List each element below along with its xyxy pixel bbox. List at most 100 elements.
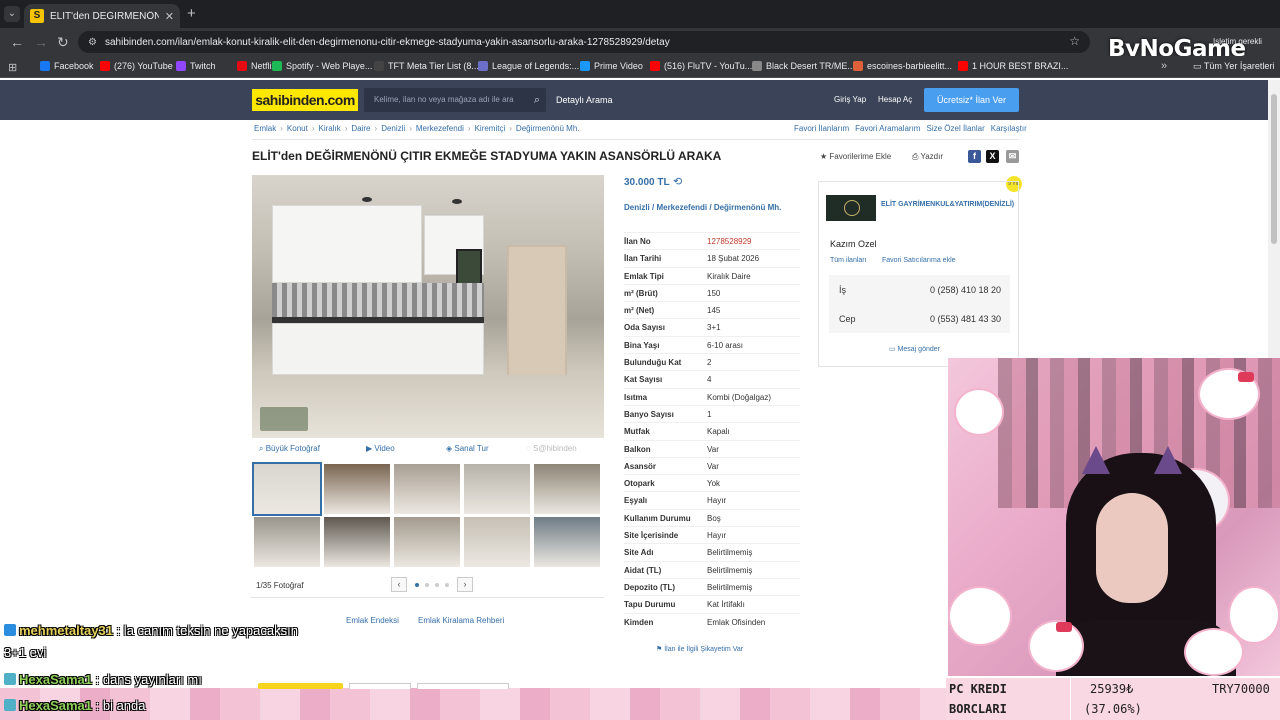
location-city[interactable]: Denizli [624,203,650,212]
register-link[interactable]: Hesap Aç [878,95,912,104]
scrollbar-thumb[interactable] [1271,94,1277,244]
print-link[interactable]: ⎙ Yazdır [912,152,943,162]
add-favorite-link[interactable]: ★ Favorilerime Ekle [820,152,891,161]
photo-thumbnail[interactable] [394,517,460,567]
main-photo[interactable] [252,175,604,438]
bookmark-star-icon[interactable]: ☆ [1069,34,1080,48]
tab-close-icon[interactable]: ✕ [165,10,174,23]
bookmark-item[interactable]: Twitch [176,61,216,71]
pager-dot[interactable] [435,583,439,587]
email-share-icon[interactable]: ✉ [1006,150,1019,163]
sahibinden-tour-button[interactable]: ◌ S@hibinden [526,444,577,453]
video-button[interactable]: ▶ Video [366,444,395,453]
phone-number[interactable]: 0 (553) 481 43 30 [930,314,1001,324]
search-input[interactable]: Kelime, ilan no veya mağaza adı ile ara … [364,88,546,112]
breadcrumb-item[interactable]: Denizli [381,124,405,133]
browser-tab[interactable]: S ELİT'den DEĞİRMENÖNÜ ÇITIR ✕ [24,4,180,28]
big-photo-button[interactable]: ⌕ Büyük Fotoğraf [259,444,320,454]
breadcrumb-item[interactable]: Kiremitçi [475,124,506,133]
bookmark-item[interactable]: League of Legends:... [478,61,579,71]
photo-thumbnail[interactable] [534,517,600,567]
thumbnail-pager: ‹ › [391,577,475,592]
top-link[interactable]: Favori İlanlarım [794,124,849,133]
photo-thumbnail[interactable] [534,464,600,514]
location-neighborhood[interactable]: Değirmenönü Mh. [714,203,782,212]
back-icon[interactable]: ← [10,34,24,50]
photo-thumbnail[interactable] [394,464,460,514]
detail-label: m² (Brüt) [624,288,658,298]
tab-search-icon[interactable]: ⌄ [4,6,20,22]
sahibinden-logo[interactable]: sahibinden.com [252,89,358,111]
bookmark-item[interactable]: (516) FluTV - YouTu... [650,61,752,71]
bookmark-item[interactable]: Facebook [40,61,94,71]
bookmark-label: 1 HOUR BEST BRAZI... [972,61,1069,71]
bookmark-item[interactable]: (276) YouTube [100,61,173,71]
bookmark-item[interactable]: Prime Video [580,61,643,71]
pager-dot[interactable] [445,583,449,587]
seller-name[interactable]: ELİT GAYRİMENKUL&YATIRIM(DENİZLİ) [881,201,1019,209]
top-link[interactable]: Karşılaştır [991,124,1027,133]
breadcrumb-item[interactable]: Merkezefendi [416,124,464,133]
photo-thumbnail[interactable] [464,517,530,567]
bookmark-item[interactable]: TFT Meta Tier List (8... [374,61,479,71]
site-info-icon[interactable]: ⚙ [88,37,97,48]
reload-icon[interactable]: ↻ [57,34,69,51]
advanced-search-link[interactable]: Detaylı Arama [556,95,613,105]
photo-thumbnail[interactable] [254,517,320,567]
report-listing-link[interactable]: ⚑ İlan ile İlgili Şikayetim Var [656,645,743,653]
facebook-share-icon[interactable]: f [968,150,981,163]
bookmarks-overflow-icon[interactable]: » [1161,60,1167,72]
all-bookmarks[interactable]: ▭ Tüm Yer İşaretleri [1193,61,1274,72]
all-listings-link[interactable]: Tüm ilanları [830,257,867,264]
detail-row: Isıtma Kombi (Doğalgaz) [624,387,800,405]
pager-prev-icon[interactable]: ‹ [391,577,407,592]
breadcrumb-item[interactable]: Daire [351,124,370,133]
breadcrumb-item[interactable]: Değirmenönü Mh. [516,124,580,133]
top-link[interactable]: Size Özel İlanlar [926,124,984,133]
send-message-link[interactable]: ▭ Mesaj gönder [889,345,940,353]
bookmark-item[interactable]: Spotify - Web Playe... [272,61,372,71]
real-estate-index-link[interactable]: Emlak Endeksi [346,616,399,625]
breadcrumb-separator-icon: › [311,124,315,133]
x-share-icon[interactable]: X [986,150,999,163]
bookmark-item[interactable]: Black Desert TR/ME... [752,61,855,71]
virtual-tour-button[interactable]: ◈ Sanal Tur [446,444,489,453]
bookmark-item[interactable]: 1 HOUR BEST BRAZI... [958,61,1068,71]
price-history-icon[interactable]: ⟲ [673,175,682,188]
photo-thumbnail[interactable] [324,517,390,567]
post-listing-button[interactable]: Ücretsiz* İlan Ver [924,88,1019,112]
rental-guide-link[interactable]: Emlak Kiralama Rehberi [418,616,504,625]
top-link[interactable]: Favori Aramalarım [855,124,920,133]
pager-dot[interactable] [415,583,419,587]
photo-thumbnail[interactable] [324,464,390,514]
tab-favicon-icon: S [30,9,44,23]
location-district[interactable]: Merkezefendi [656,203,707,212]
big-photo-label: Büyük Fotoğraf [265,444,320,453]
bookmark-item[interactable]: escoines-barbieelitt... [853,61,952,71]
gallery-divider [251,597,604,598]
detail-label: İlan No [624,237,651,246]
page-scrollbar[interactable] [1268,80,1280,358]
favorite-seller-link[interactable]: Favori Satıcılarıma ekle [882,257,956,264]
pager-dot[interactable] [425,583,429,587]
phone-number[interactable]: 0 (258) 410 18 20 [930,285,1001,295]
photo-thumbnail[interactable] [464,464,530,514]
detail-value: Yok [707,479,721,489]
breadcrumb-separator-icon: › [467,124,471,133]
forward-icon[interactable]: → [34,34,48,50]
search-icon[interactable]: ⌕ [534,88,540,112]
plush-toy [948,586,1012,646]
bookmark-item[interactable]: Netflix [237,61,276,71]
photo-thumbnail[interactable] [252,462,322,516]
pager-next-icon[interactable]: › [457,577,473,592]
breadcrumb-item[interactable]: Kiralık [318,124,340,133]
breadcrumb-item[interactable]: Konut [287,124,308,133]
login-link[interactable]: Giriş Yap [834,95,866,104]
apps-grid-icon[interactable]: ⊞ [8,61,17,74]
breadcrumb-item[interactable]: Emlak [254,124,276,133]
seller-logo[interactable] [826,195,876,221]
address-bar[interactable]: ⚙ sahibinden.com/ilan/emlak-konut-kirali… [78,31,1090,53]
new-tab-icon[interactable]: + [187,5,196,22]
sahibinden-tour-label: S@hibinden [532,444,577,453]
detail-label: Kat Sayısı [624,375,663,385]
